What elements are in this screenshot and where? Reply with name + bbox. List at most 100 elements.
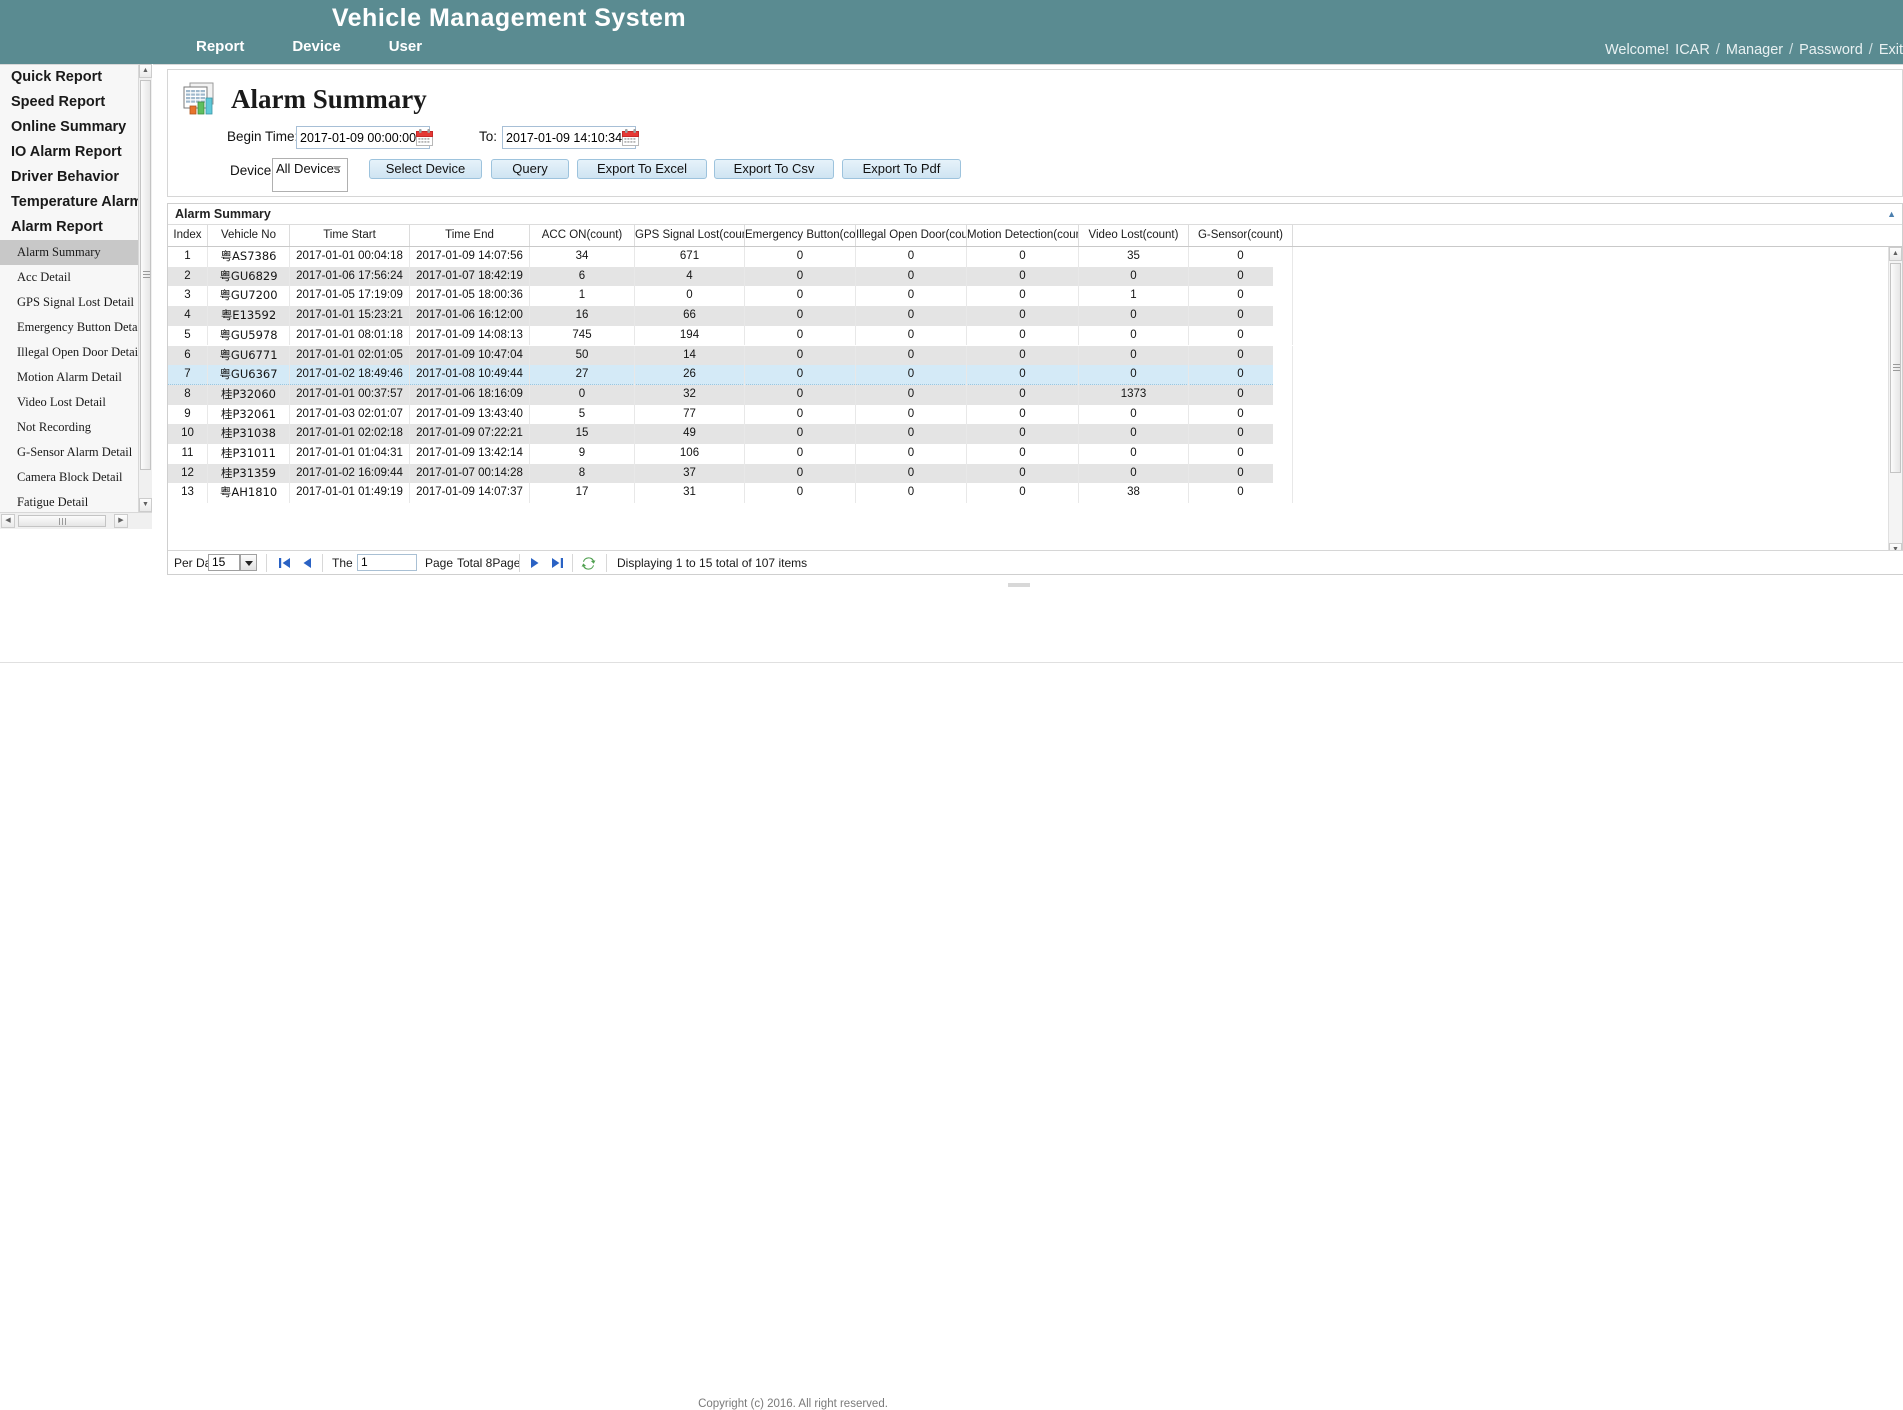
table-row[interactable]: 10 桂P31038 2017-01-01 02:02:18 2017-01-09 0… — [168, 424, 1293, 444]
cell-vehicle-no: 桂P31038 — [208, 424, 290, 444]
sidebar-item-alarm-summary[interactable]: Alarm Summary — [0, 240, 151, 265]
grid-title: Alarm Summary — [175, 207, 271, 221]
sidebar-item-emergency-button-detail[interactable]: Emergency Button Detail — [0, 315, 151, 340]
scroll-down-icon[interactable]: ▼ — [139, 498, 152, 512]
export-to-excel-button[interactable]: Export To Excel — [577, 159, 707, 179]
calendar-icon[interactable] — [622, 129, 640, 146]
begin-time-field[interactable]: 2017-01-09 00:00:00 — [296, 126, 434, 149]
table-row[interactable]: 11 桂P31011 2017-01-01 01:04:31 2017-01-09 1… — [168, 444, 1293, 464]
scrollbar-thumb[interactable] — [140, 80, 151, 470]
hscrollbar-thumb[interactable] — [18, 515, 106, 527]
sidebar-item-illegal-open-door-detail[interactable]: Illegal Open Door Detail — [0, 340, 151, 365]
cell-video-lost-count: 0 — [1079, 463, 1189, 484]
refresh-icon[interactable] — [581, 556, 596, 571]
cell-motion-detection-count: 0 — [967, 404, 1079, 425]
sidebar-group-label: Online Summary — [11, 119, 127, 135]
sidebar-group-label: Temperature Alarm — [11, 194, 143, 210]
table-row[interactable]: 13 粤AH1810 2017-01-01 01:49:19 2017-01-09 1… — [168, 483, 1293, 504]
sidebar-group-quick-report[interactable]: Quick Report▸ — [0, 65, 151, 90]
sidebar-item-camera-block-detail[interactable]: Camera Block Detail — [0, 465, 151, 490]
sidebar: Quick Report▸Speed Report▸Online Summary… — [0, 64, 152, 529]
grid-scroll-up-icon[interactable]: ▲ — [1889, 247, 1902, 261]
collapse-up-icon[interactable]: ▲ — [1887, 209, 1896, 219]
device-select[interactable]: All Devices — [272, 158, 348, 192]
column-header-time-end[interactable]: Time End — [410, 225, 530, 246]
column-header-illegal-open-door-count[interactable]: Illegal Open Door(count) — [856, 225, 967, 246]
page-unit-label: Page — [425, 556, 454, 570]
table-row[interactable]: 1 粤AS7386 2017-01-01 00:04:18 2017-01-09 14… — [168, 247, 1293, 267]
sidebar-group-alarm-report[interactable]: Alarm Report▾ — [0, 215, 151, 240]
sidebar-group-io-alarm-report[interactable]: IO Alarm Report▸ — [0, 140, 151, 165]
password-link[interactable]: Password — [1799, 42, 1863, 58]
cell-vehicle-no: 桂P32061 — [208, 404, 290, 425]
select-device-button[interactable]: Select Device — [369, 159, 482, 179]
table-row[interactable]: 6 粤GU6771 2017-01-01 02:01:05 2017-01-09 10… — [168, 345, 1293, 366]
table-row[interactable]: 4 粤E13592 2017-01-01 15:23:21 2017-01-06 16… — [168, 306, 1293, 326]
cell-g-sensor-count: 0 — [1189, 306, 1293, 326]
table-row[interactable]: 2 粤GU6829 2017-01-06 17:56:24 2017-01-07 18… — [168, 266, 1293, 287]
nav-item-report[interactable]: Report — [196, 38, 244, 55]
column-header-gps-signal-lost-count[interactable]: GPS Signal Lost(count) — [635, 225, 745, 246]
sidebar-item-not-recording[interactable]: Not Recording — [0, 415, 151, 440]
cell-acc-on-count: 15 — [530, 424, 635, 444]
query-button[interactable]: Query — [491, 159, 569, 179]
table-row[interactable]: 8 桂P32060 2017-01-01 00:37:57 2017-01-06 18… — [168, 384, 1293, 405]
nav-item-device[interactable]: Device — [292, 38, 340, 55]
cell-time-start: 2017-01-01 01:04:31 — [290, 444, 410, 464]
calendar-icon[interactable] — [416, 129, 434, 146]
grid-vertical-scrollbar[interactable]: ▲ ▼ — [1888, 247, 1902, 557]
panel-resize-handle[interactable] — [1008, 583, 1030, 587]
table-row[interactable]: 9 桂P32061 2017-01-03 02:01:07 2017-01-09 13… — [168, 404, 1293, 425]
first-page-icon[interactable] — [278, 556, 292, 570]
export-to-pdf-button[interactable]: Export To Pdf — [842, 159, 961, 179]
cell-time-start: 2017-01-01 15:23:21 — [290, 306, 410, 326]
sidebar-vertical-scrollbar[interactable]: ▲ ▼ — [138, 64, 152, 512]
table-row[interactable]: 3 粤GU7200 2017-01-05 17:19:09 2017-01-05 18… — [168, 286, 1293, 307]
sidebar-item-gps-signal-lost-detail[interactable]: GPS Signal Lost Detail — [0, 290, 151, 315]
sidebar-horizontal-scrollbar[interactable]: ◀ ▶ — [0, 512, 152, 529]
sidebar-group-temperature-alarm[interactable]: Temperature Alarm▸ — [0, 190, 151, 215]
column-header-g-sensor-count[interactable]: G-Sensor(count) — [1189, 225, 1293, 246]
cell-g-sensor-count: 0 — [1189, 286, 1293, 307]
next-page-icon[interactable] — [528, 556, 542, 570]
account-user[interactable]: ICAR — [1675, 42, 1710, 58]
sidebar-group-label: Alarm Report — [11, 219, 103, 235]
cell-time-end: 2017-01-06 18:16:09 — [410, 384, 530, 405]
per-data-dropdown-button[interactable] — [240, 554, 257, 571]
last-page-icon[interactable] — [550, 556, 564, 570]
to-time-field[interactable]: 2017-01-09 14:10:34 — [502, 126, 640, 149]
device-label: Device: — [230, 163, 276, 178]
sidebar-group-driver-behavior[interactable]: Driver Behavior▸ — [0, 165, 151, 190]
cell-emergency-button-count: 0 — [745, 384, 856, 405]
grid-scrollbar-thumb[interactable] — [1890, 263, 1901, 473]
table-row[interactable]: 12 桂P31359 2017-01-02 16:09:44 2017-01-07 0… — [168, 463, 1293, 484]
column-header-video-lost-count[interactable]: Video Lost(count) — [1079, 225, 1189, 246]
table-row[interactable]: 7 粤GU6367 2017-01-02 18:49:46 2017-01-08 10… — [168, 365, 1293, 385]
scroll-right-icon[interactable]: ▶ — [114, 514, 128, 528]
table-row[interactable]: 5 粤GU5978 2017-01-01 08:01:18 2017-01-09 14… — [168, 325, 1293, 346]
scroll-left-icon[interactable]: ◀ — [1, 514, 15, 528]
cell-time-start: 2017-01-02 16:09:44 — [290, 463, 410, 484]
sidebar-group-online-summary[interactable]: Online Summary▸ — [0, 115, 151, 140]
export-to-csv-button[interactable]: Export To Csv — [714, 159, 834, 179]
sidebar-group-speed-report[interactable]: Speed Report▸ — [0, 90, 151, 115]
scroll-up-icon[interactable]: ▲ — [139, 64, 152, 78]
per-data-select[interactable]: 15 — [208, 554, 240, 571]
exit-link[interactable]: Exit — [1879, 42, 1903, 58]
page-number-input[interactable]: 1 — [357, 554, 417, 571]
column-header-motion-detection-count[interactable]: Motion Detection(count) — [967, 225, 1079, 246]
column-header-time-start[interactable]: Time Start — [290, 225, 410, 246]
column-header-emergency-button-count[interactable]: Emergency Button(count) — [745, 225, 856, 246]
cell-gps-signal-lost-count: 31 — [635, 483, 745, 504]
sidebar-item-video-lost-detail[interactable]: Video Lost Detail — [0, 390, 151, 415]
sidebar-item-motion-alarm-detail[interactable]: Motion Alarm Detail — [0, 365, 151, 390]
column-header-index[interactable]: Index — [168, 225, 208, 246]
cell-time-end: 2017-01-07 00:14:28 — [410, 463, 530, 484]
column-header-vehicle-no[interactable]: Vehicle No — [208, 225, 290, 246]
sidebar-item-g-sensor-alarm-detail[interactable]: G-Sensor Alarm Detail — [0, 440, 151, 465]
sidebar-item-acc-detail[interactable]: Acc Detail — [0, 265, 151, 290]
column-header-acc-on-count[interactable]: ACC ON(count) — [530, 225, 635, 246]
nav-item-user[interactable]: User — [389, 38, 422, 55]
prev-page-icon[interactable] — [300, 556, 314, 570]
account-role[interactable]: Manager — [1726, 42, 1783, 58]
